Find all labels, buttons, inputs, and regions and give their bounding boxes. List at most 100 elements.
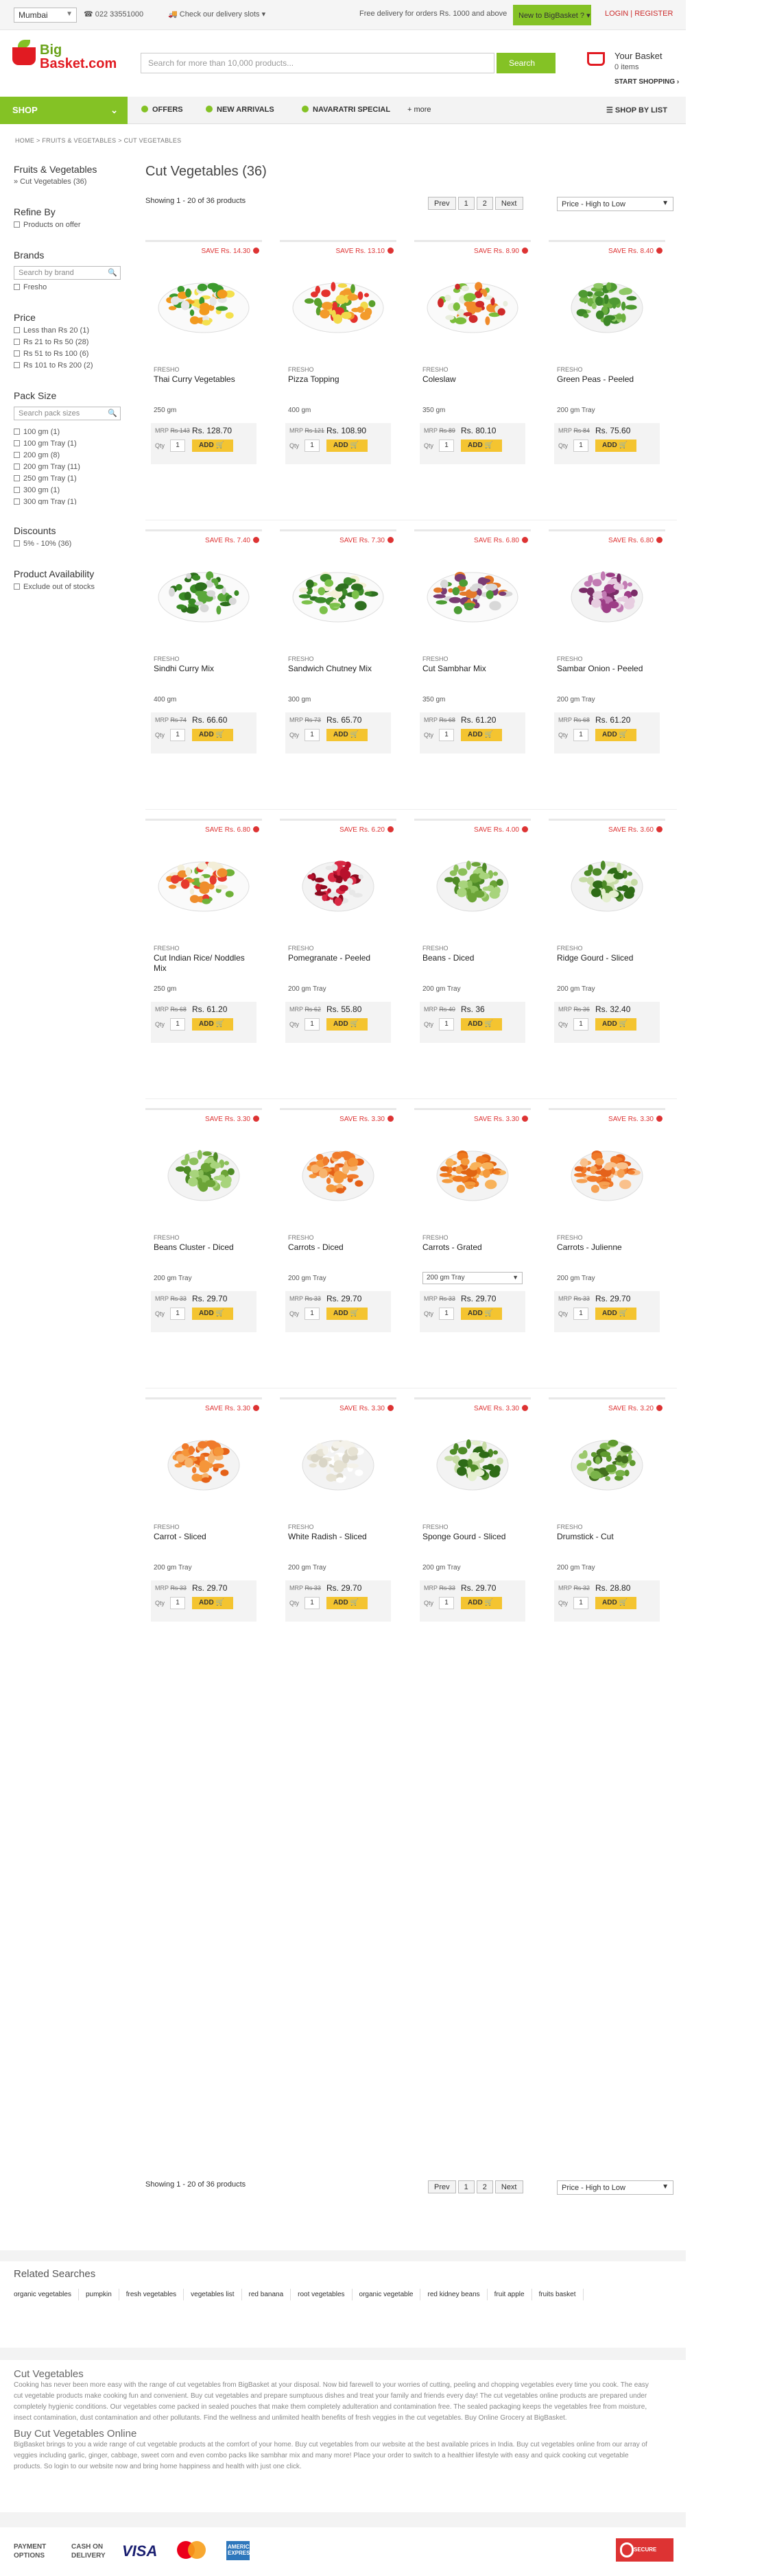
pack-option[interactable]: 300 gm Tray (1) bbox=[14, 498, 121, 505]
quantity-input[interactable]: 1 bbox=[305, 1308, 320, 1320]
add-to-basket-button[interactable]: ADD 🛒 bbox=[461, 1308, 502, 1320]
availability-option[interactable]: Exclude out of stocks bbox=[14, 583, 125, 591]
price-option[interactable]: Rs 21 to Rs 50 (28) bbox=[14, 338, 125, 346]
related-tag[interactable]: red kidney beans bbox=[427, 2289, 488, 2300]
quantity-input[interactable]: 1 bbox=[305, 1597, 320, 1609]
price-option[interactable]: Less than Rs 20 (1) bbox=[14, 326, 125, 335]
search-button[interactable]: Search bbox=[497, 53, 556, 73]
beans-image[interactable] bbox=[424, 841, 521, 918]
quantity-input[interactable]: 1 bbox=[170, 1018, 185, 1031]
pack-option[interactable]: 250 gm Tray (1) bbox=[14, 474, 121, 483]
onion-image[interactable] bbox=[558, 552, 656, 629]
related-tag[interactable]: pumpkin bbox=[86, 2289, 119, 2300]
pack-option[interactable]: 300 gm (1) bbox=[14, 486, 121, 494]
add-to-basket-button[interactable]: ADD 🛒 bbox=[192, 1018, 233, 1031]
quantity-input[interactable]: 1 bbox=[573, 1018, 588, 1031]
pack-option[interactable]: 200 gm (8) bbox=[14, 451, 121, 459]
pack-option[interactable]: 100 gm (1) bbox=[14, 428, 121, 436]
product-image[interactable] bbox=[424, 1131, 521, 1207]
checkbox[interactable] bbox=[14, 498, 20, 505]
product-brand[interactable]: FRESHO bbox=[288, 1234, 314, 1241]
product-brand[interactable]: FRESHO bbox=[557, 1524, 583, 1530]
product-brand[interactable]: FRESHO bbox=[422, 1234, 449, 1241]
add-to-basket-button[interactable]: ADD 🛒 bbox=[192, 1308, 233, 1320]
start-shopping-link[interactable]: START SHOPPING › bbox=[614, 78, 679, 86]
product-name[interactable]: Sindhi Curry Mix bbox=[154, 664, 256, 674]
pomegranate-image[interactable] bbox=[289, 841, 387, 918]
next-page-button[interactable]: Next bbox=[494, 2180, 523, 2193]
prev-page-button[interactable]: Prev bbox=[428, 197, 456, 210]
quantity-input[interactable]: 1 bbox=[305, 440, 320, 452]
product-name[interactable]: Drumstick - Cut bbox=[557, 1532, 660, 1542]
product-name[interactable]: Green Peas - Peeled bbox=[557, 374, 660, 385]
product-name[interactable]: Carrots - Diced bbox=[288, 1242, 391, 1253]
product-name[interactable]: Carrots - Julienne bbox=[557, 1242, 660, 1253]
carrot-image[interactable] bbox=[289, 1131, 387, 1207]
add-to-basket-button[interactable]: ADD 🛒 bbox=[192, 1597, 233, 1609]
nav-navaratri-special[interactable]: NAVARATRI SPECIAL bbox=[302, 106, 390, 114]
checkbox[interactable] bbox=[14, 362, 20, 368]
quantity-input[interactable]: 1 bbox=[573, 440, 588, 452]
login-register-link[interactable]: LOGIN | REGISTER bbox=[605, 10, 673, 18]
add-to-basket-button[interactable]: ADD 🛒 bbox=[461, 1597, 502, 1609]
carrotg-image[interactable] bbox=[424, 1131, 521, 1207]
product-brand[interactable]: FRESHO bbox=[154, 1234, 180, 1241]
refine-option[interactable]: Products on offer bbox=[14, 221, 125, 229]
product-image[interactable] bbox=[558, 263, 656, 339]
pack-size-select[interactable]: 200 gm Tray ▼ bbox=[422, 1272, 523, 1284]
product-name[interactable]: Cut Sambhar Mix bbox=[422, 664, 525, 674]
checkbox[interactable] bbox=[14, 429, 20, 435]
product-brand[interactable]: FRESHO bbox=[288, 655, 314, 662]
sidebar-subcategory[interactable]: » Cut Vegetables (36) bbox=[14, 178, 125, 186]
add-to-basket-button[interactable]: ADD 🛒 bbox=[192, 729, 233, 741]
product-image[interactable] bbox=[289, 263, 387, 339]
product-image[interactable] bbox=[289, 552, 387, 629]
next-page-button[interactable]: Next bbox=[494, 197, 523, 210]
quantity-input[interactable]: 1 bbox=[170, 440, 185, 452]
carrotj-image[interactable] bbox=[558, 1131, 656, 1207]
coleslaw-image[interactable] bbox=[424, 263, 521, 339]
page-2-button[interactable]: 2 bbox=[476, 197, 493, 210]
product-name[interactable]: Carrots - Grated bbox=[422, 1242, 525, 1253]
page-2-button[interactable]: 2 bbox=[476, 2180, 493, 2193]
add-to-basket-button[interactable]: ADD 🛒 bbox=[595, 1597, 636, 1609]
page-1-button[interactable]: 1 bbox=[457, 197, 475, 210]
brand-option[interactable]: Fresho bbox=[14, 283, 125, 291]
breadcrumb[interactable]: HOME > FRUITS & VEGETABLES > CUT VEGETAB… bbox=[15, 137, 181, 144]
chutney-image[interactable] bbox=[289, 552, 387, 629]
price-option[interactable]: Rs 51 to Rs 100 (6) bbox=[14, 350, 125, 358]
discount-option[interactable]: 5% - 10% (36) bbox=[14, 540, 125, 548]
city-select[interactable]: Mumbai ▼ bbox=[14, 8, 77, 23]
quantity-input[interactable]: 1 bbox=[170, 729, 185, 741]
pack-search-input[interactable]: Search pack sizes 🔍 bbox=[14, 407, 121, 420]
quantity-input[interactable]: 1 bbox=[573, 1308, 588, 1320]
product-image[interactable] bbox=[424, 263, 521, 339]
product-name[interactable]: Sambar Onion - Peeled bbox=[557, 664, 660, 674]
product-brand[interactable]: FRESHO bbox=[422, 1524, 449, 1530]
checkbox[interactable] bbox=[14, 284, 20, 290]
quantity-input[interactable]: 1 bbox=[439, 1018, 454, 1031]
product-image[interactable] bbox=[289, 841, 387, 918]
add-to-basket-button[interactable]: ADD 🛒 bbox=[461, 729, 502, 741]
product-name[interactable]: Ridge Gourd - Sliced bbox=[557, 953, 660, 963]
noodle-image[interactable] bbox=[155, 841, 252, 918]
add-to-basket-button[interactable]: ADD 🛒 bbox=[326, 1308, 368, 1320]
product-image[interactable] bbox=[558, 552, 656, 629]
product-image[interactable] bbox=[155, 1420, 252, 1497]
quantity-input[interactable]: 1 bbox=[305, 1018, 320, 1031]
carrot-image[interactable] bbox=[155, 1420, 252, 1497]
product-image[interactable] bbox=[289, 1131, 387, 1207]
product-brand[interactable]: FRESHO bbox=[557, 1234, 583, 1241]
radish-image[interactable] bbox=[289, 1420, 387, 1497]
checkbox[interactable] bbox=[14, 540, 20, 546]
add-to-basket-button[interactable]: ADD 🛒 bbox=[595, 729, 636, 741]
quantity-input[interactable]: 1 bbox=[439, 729, 454, 741]
shop-by-list-button[interactable]: ☰ SHOP BY LIST bbox=[606, 106, 667, 115]
product-image[interactable] bbox=[155, 263, 252, 339]
brand-search-input[interactable]: Search by brand 🔍 bbox=[14, 266, 121, 280]
product-image[interactable] bbox=[424, 552, 521, 629]
add-to-basket-button[interactable]: ADD 🛒 bbox=[595, 1018, 636, 1031]
checkbox[interactable] bbox=[14, 440, 20, 446]
sort-select[interactable]: Price - High to Low ▼ bbox=[557, 197, 673, 211]
related-tag[interactable]: organic vegetables bbox=[14, 2289, 79, 2300]
